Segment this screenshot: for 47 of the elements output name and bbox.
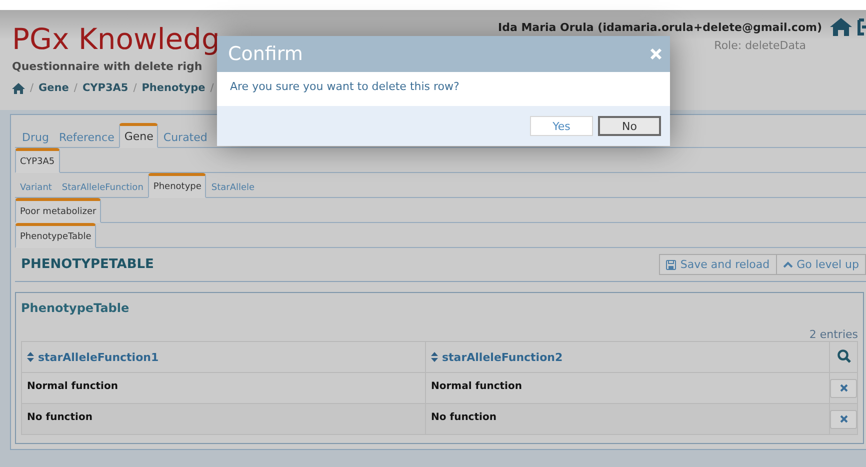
tab[interactable]: Variant xyxy=(15,176,57,198)
tab[interactable]: PhenotypeTable xyxy=(15,223,96,248)
tab[interactable]: Gene xyxy=(119,123,158,148)
dialog-message: Are you sure you want to delete this row? xyxy=(229,79,460,95)
tab[interactable]: Poor metabolizer xyxy=(15,198,102,223)
table-cell: No function xyxy=(426,404,830,434)
tab[interactable]: CYP3A5 xyxy=(15,148,60,173)
breadcrumb-separator: / xyxy=(74,82,78,94)
column-header[interactable]: starAlleleFunction2 xyxy=(426,342,830,372)
table-cell: No function xyxy=(22,404,426,434)
column-header[interactable]: starAlleleFunction1 xyxy=(22,342,426,372)
entry-count: 2 entries xyxy=(808,328,858,341)
dialog-title: Confirm xyxy=(228,43,303,65)
close-icon xyxy=(840,384,848,392)
user-role: Role: deleteData xyxy=(714,39,806,52)
subtitle: Questionnaire with delete righ xyxy=(12,60,204,73)
caret-up-icon xyxy=(782,261,793,268)
tab[interactable]: Reference xyxy=(54,126,120,148)
home-icon[interactable] xyxy=(830,18,852,36)
level-up-button[interactable]: Go level up xyxy=(776,254,866,275)
breadcrumb-separator: / xyxy=(133,82,137,94)
close-icon xyxy=(840,415,848,423)
delete-button[interactable] xyxy=(830,378,857,398)
home-icon[interactable] xyxy=(12,82,25,94)
sort-icon xyxy=(27,352,34,362)
breadcrumb-separator: / xyxy=(30,82,34,94)
logout-icon[interactable] xyxy=(857,18,866,36)
tab[interactable]: Drug xyxy=(17,126,54,148)
tab[interactable]: Phenotype xyxy=(148,173,206,198)
yes-button[interactable]: Yes xyxy=(530,116,593,136)
breadcrumb-link[interactable]: Phenotype xyxy=(142,82,206,94)
search-icon[interactable] xyxy=(836,348,850,362)
app-title: PGx Knowledg xyxy=(12,22,220,56)
breadcrumb-link[interactable]: CYP3A5 xyxy=(82,82,128,94)
tab[interactable]: Curated xyxy=(158,126,212,148)
tab[interactable]: StarAllele xyxy=(206,176,260,198)
breadcrumb-separator: / xyxy=(210,82,214,94)
section-title: PHENOTYPETABLE xyxy=(21,257,154,272)
user-name: Ida Maria Orula (idamaria.orula+delete@gmail.com) xyxy=(498,20,822,34)
sort-icon xyxy=(431,352,438,362)
delete-button[interactable] xyxy=(830,410,857,428)
save-button[interactable]: Save and reload xyxy=(659,254,777,275)
breadcrumb-link[interactable]: Gene xyxy=(38,82,69,94)
save-icon xyxy=(666,260,676,270)
no-button[interactable]: No xyxy=(598,116,661,136)
table-title: PhenotypeTable xyxy=(21,301,130,315)
tab[interactable]: StarAlleleFunction xyxy=(56,176,148,198)
